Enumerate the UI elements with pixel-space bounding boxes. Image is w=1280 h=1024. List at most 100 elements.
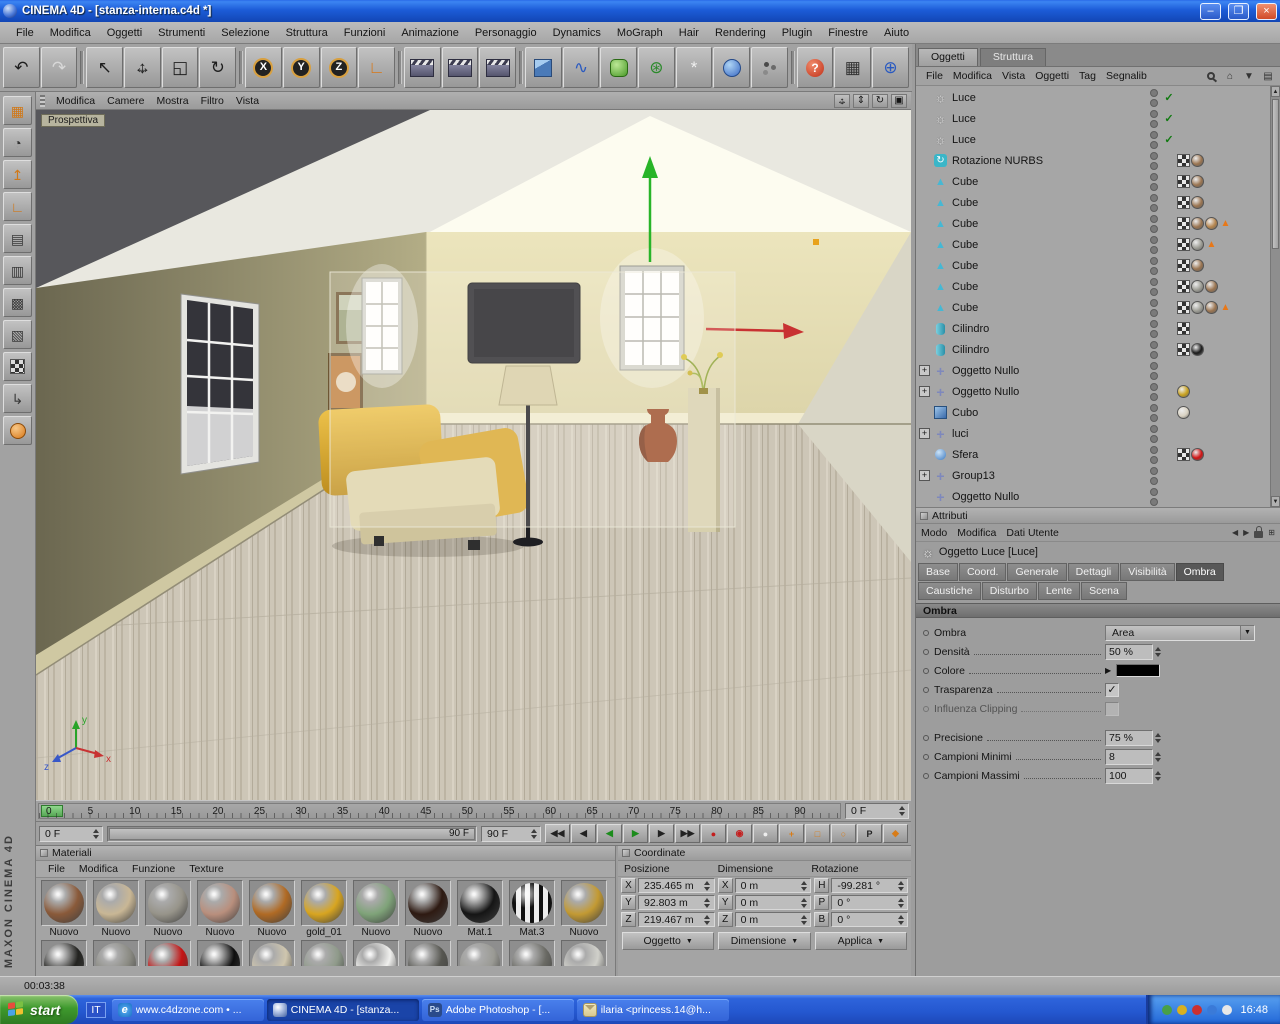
object-name[interactable]: Sfera (949, 449, 1147, 461)
attributes-menu-item[interactable]: Dati Utente (1001, 526, 1064, 540)
selection-tag-icon[interactable]: ▲ (1205, 238, 1218, 251)
animation-mode-icon[interactable] (3, 416, 32, 445)
visibility-dots[interactable] (1147, 383, 1161, 401)
enable-check-icon[interactable]: ✓ (1161, 112, 1177, 125)
goto-end-button[interactable]: ▶▶ (675, 824, 700, 843)
expand-toggle[interactable]: + (919, 428, 930, 439)
expand-toggle[interactable] (919, 491, 930, 502)
current-frame-field[interactable]: 0 F (845, 803, 909, 819)
object-name[interactable]: Cube (949, 239, 1147, 251)
render-region[interactable] (329, 271, 736, 528)
expand-toggle[interactable] (919, 344, 930, 355)
attribute-tab[interactable]: Base (918, 563, 958, 581)
object-name[interactable]: Cube (949, 302, 1147, 314)
dimension-field[interactable]: 0 m (734, 912, 812, 927)
expand-toggle[interactable] (919, 449, 930, 460)
render-view-button[interactable] (403, 47, 441, 88)
coordinate-system-button[interactable]: ∟ (358, 47, 395, 88)
maximize-button[interactable]: ❐ (1228, 2, 1249, 20)
points-mode-icon[interactable]: ▤ (3, 224, 32, 253)
expand-toggle[interactable]: + (919, 386, 930, 397)
material-name[interactable]: Nuovo (154, 926, 183, 938)
menu-item[interactable]: Struttura (278, 25, 336, 41)
material-thumb[interactable] (93, 880, 139, 926)
axis-chip[interactable]: P (814, 895, 830, 910)
material-item[interactable] (142, 940, 194, 966)
spinner-icon[interactable] (799, 913, 808, 927)
prev-frame-button[interactable]: ◀ (597, 824, 622, 843)
record-filter-button[interactable]: ● (753, 824, 778, 843)
material-tag-icon[interactable] (1191, 217, 1204, 230)
object-name[interactable]: Group13 (949, 470, 1147, 482)
separator[interactable] (789, 47, 796, 88)
section-header[interactable]: Ombra (916, 603, 1280, 618)
object-row[interactable]: Cilindro (919, 339, 1269, 360)
history-back-icon[interactable]: ◀ (1232, 528, 1238, 537)
lock-y-button[interactable]: Y (282, 47, 320, 88)
material-thumb[interactable] (353, 880, 399, 926)
expand-toggle[interactable] (919, 197, 930, 208)
object-name[interactable]: Cubo (949, 407, 1147, 419)
materials-menu-item[interactable]: Modifica (73, 862, 124, 876)
spinner-icon[interactable] (703, 896, 712, 910)
scale-button[interactable]: ◱ (161, 47, 199, 88)
taskbar-clock[interactable]: 16:48 (1240, 1004, 1268, 1016)
object-name[interactable]: Cilindro (949, 323, 1147, 335)
materials-menu-item[interactable]: Funzione (126, 862, 181, 876)
coordinates-action-button[interactable]: Applica ▼ (814, 932, 907, 950)
checkbox[interactable] (1105, 701, 1119, 716)
prev-key-button[interactable]: ◀ (571, 824, 596, 843)
object-name[interactable]: Luce (949, 92, 1147, 104)
rotate-button[interactable]: ↻ (199, 47, 237, 88)
material-name[interactable]: Nuovo (258, 926, 287, 938)
material-tag-icon[interactable] (1177, 385, 1190, 398)
dropdown-arrow-icon[interactable]: ▼ (1240, 625, 1254, 640)
object-manager-menu-item[interactable]: Modifica (948, 69, 997, 83)
viewport-3d-view[interactable]: Prospettiva y x z (36, 110, 911, 800)
material-item[interactable]: Nuovo (246, 880, 298, 938)
lock-icon[interactable] (1254, 526, 1264, 538)
texture-tag-icon[interactable] (1177, 301, 1190, 314)
viewport-menu-item[interactable]: Vista (230, 94, 265, 108)
filter-icon[interactable]: ▼ (1242, 70, 1256, 83)
material-name[interactable]: Mat.1 (467, 926, 492, 938)
material-thumb[interactable] (457, 880, 503, 926)
object-row[interactable]: Cube ▲ (919, 234, 1269, 255)
pan-view-icon[interactable] (834, 93, 850, 108)
object-manager-menu-item[interactable]: Vista (997, 69, 1030, 83)
attribute-tab[interactable]: Caustiche (918, 582, 981, 600)
move-button[interactable] (124, 47, 161, 88)
menu-item[interactable]: Aiuto (876, 25, 917, 41)
spinner-icon[interactable] (1153, 731, 1162, 745)
attributes-menu-item[interactable]: Modo (916, 526, 952, 540)
object-name[interactable]: Oggetto Nullo (949, 491, 1147, 503)
scroll-up-icon[interactable]: ▲ (1271, 86, 1280, 97)
antivirus-tray-icon[interactable] (1162, 1004, 1173, 1015)
record-position-button[interactable]: + (779, 824, 804, 843)
expand-toggle[interactable] (919, 113, 930, 124)
volume-tray-icon[interactable] (1222, 1004, 1233, 1015)
material-tag-icon[interactable] (1191, 301, 1204, 314)
separator[interactable] (396, 47, 403, 88)
record-rotation-button[interactable]: ○ (831, 824, 856, 843)
expand-toggle[interactable] (919, 92, 930, 103)
menu-item[interactable]: Dynamics (545, 25, 609, 41)
texture-tag-icon[interactable] (1177, 448, 1190, 461)
value-field[interactable]: 100 (1105, 767, 1162, 784)
visibility-dots[interactable] (1147, 362, 1161, 380)
object-manager-menu-item[interactable]: File (921, 69, 948, 83)
attribute-tab[interactable]: Disturbo (981, 582, 1037, 600)
lock-x-button[interactable]: X (245, 47, 282, 88)
enable-check-icon[interactable]: ✓ (1161, 91, 1177, 104)
language-indicator[interactable]: IT (86, 1001, 106, 1018)
object-name[interactable]: Luce (949, 113, 1147, 125)
preview-range-slider[interactable]: 90 F (107, 825, 477, 842)
object-manager-tab[interactable]: Oggetti (918, 48, 978, 66)
visibility-dots[interactable] (1147, 89, 1161, 107)
coordinates-title-bar[interactable]: Coordinate (618, 846, 911, 861)
add-deformer-button[interactable] (713, 47, 751, 88)
panel-grip-icon[interactable] (622, 849, 630, 857)
visibility-dots[interactable] (1147, 404, 1161, 422)
menu-item[interactable]: Funzioni (336, 25, 394, 41)
visibility-dots[interactable] (1147, 446, 1161, 464)
